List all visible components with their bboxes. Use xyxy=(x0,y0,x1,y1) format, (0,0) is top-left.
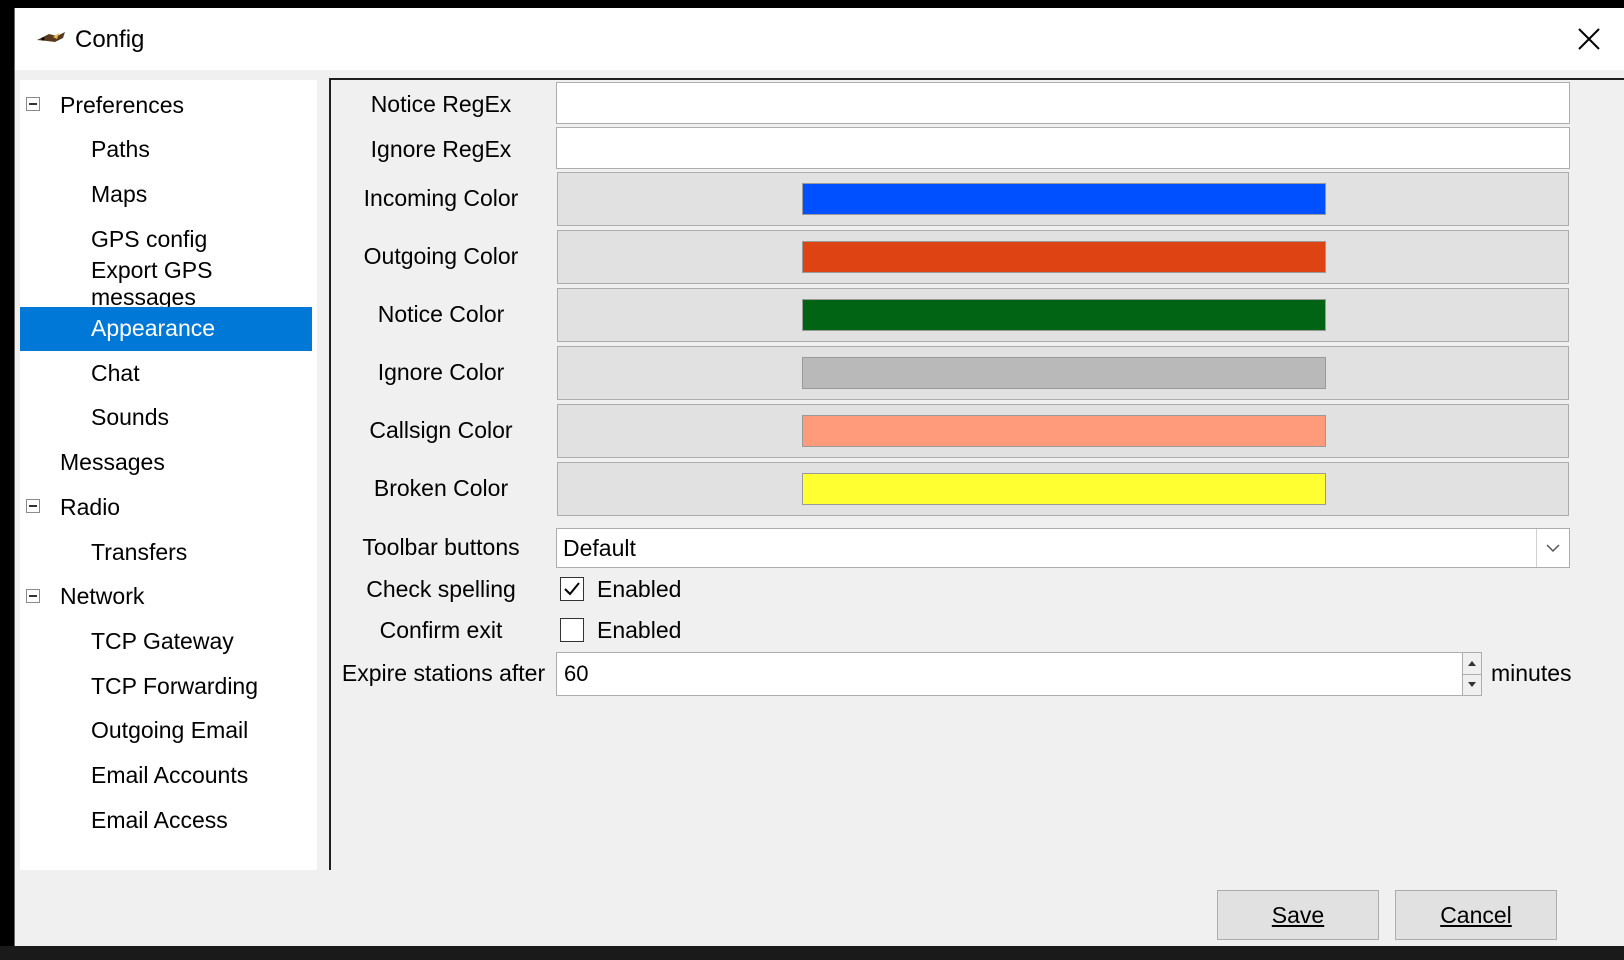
outgoing-color-picker[interactable] xyxy=(557,230,1569,284)
expire-stations-spinner xyxy=(1462,652,1482,696)
notice-regex-label: Notice RegEx xyxy=(370,91,512,117)
close-button[interactable] xyxy=(1566,16,1612,62)
ignore-color-swatch xyxy=(802,357,1326,389)
config-window: Config Preferences Paths Maps GPS config Exp… xyxy=(14,8,1624,946)
tree-item-messages[interactable]: Messages xyxy=(20,441,312,485)
expire-stations-value: 60 xyxy=(564,661,589,686)
tree-item-chat[interactable]: Chat xyxy=(20,351,312,395)
tree-item-email-accounts[interactable]: Email Accounts xyxy=(20,754,312,798)
expire-stations-unit: minutes xyxy=(1491,660,1572,686)
confirm-exit-option: Enabled xyxy=(597,617,682,643)
tree-item-label: Transfers xyxy=(91,538,188,565)
tree-item-label: Chat xyxy=(91,359,140,386)
confirm-exit-label: Confirm exit xyxy=(379,617,503,643)
background-window-strip xyxy=(0,946,1624,960)
tree-item-radio[interactable]: Radio xyxy=(20,485,312,529)
tree-item-maps[interactable]: Maps xyxy=(20,172,312,216)
tree-item-transfers[interactable]: Transfers xyxy=(20,530,312,574)
ignore-regex-input[interactable] xyxy=(556,127,1570,169)
tree-item-label: Preferences xyxy=(60,91,185,118)
toolbar-buttons-label: Toolbar buttons xyxy=(362,534,520,560)
appearance-panel: Notice RegEx Ignore RegEx Incoming Color… xyxy=(329,78,1624,870)
checkmark-icon xyxy=(564,582,580,596)
tree-item-label: Export GPS messages xyxy=(91,256,213,310)
check-spelling-checkbox[interactable] xyxy=(560,577,584,601)
spin-down-icon[interactable] xyxy=(1463,674,1481,695)
ignore-color-picker[interactable] xyxy=(557,346,1569,400)
tree-item-paths[interactable]: Paths xyxy=(20,128,312,172)
confirm-exit-checkbox[interactable] xyxy=(560,618,584,642)
tree-item-label: Paths xyxy=(91,136,150,163)
title-bar: Config xyxy=(15,8,1624,70)
outgoing-color-swatch xyxy=(802,241,1326,273)
tree-item-tcp-gateway[interactable]: TCP Gateway xyxy=(20,619,312,663)
incoming-color-swatch xyxy=(802,183,1326,215)
outgoing-color-label: Outgoing Color xyxy=(363,243,519,269)
toolbar-buttons-value: Default xyxy=(563,535,636,561)
chevron-down-icon[interactable] xyxy=(1536,529,1569,567)
app-bird-icon xyxy=(35,28,69,50)
spin-up-icon[interactable] xyxy=(1463,653,1481,675)
tree-item-email-access[interactable]: Email Access xyxy=(20,798,312,842)
toolbar-buttons-select[interactable]: Default xyxy=(556,528,1570,568)
tree-item-outgoing-email[interactable]: Outgoing Email xyxy=(20,709,312,753)
tree-item-label: Network xyxy=(60,583,145,610)
tree-item-label: Appearance xyxy=(91,315,216,341)
cancel-button[interactable]: Cancel xyxy=(1395,890,1557,940)
check-spelling-option: Enabled xyxy=(597,576,682,602)
tree-item-sounds[interactable]: Sounds xyxy=(20,396,312,440)
ignore-regex-label: Ignore RegEx xyxy=(370,136,512,162)
tree-item-export-gps-messages[interactable]: Export GPS messages xyxy=(20,257,312,310)
check-spelling-label: Check spelling xyxy=(366,576,516,602)
tree-item-preferences[interactable]: Preferences xyxy=(20,83,312,127)
collapse-icon[interactable] xyxy=(26,588,40,603)
broken-color-swatch xyxy=(802,473,1326,505)
tree-item-label: Maps xyxy=(91,180,148,207)
tree-item-label: Messages xyxy=(60,449,165,476)
tree-item-gps-config[interactable]: GPS config xyxy=(20,217,312,261)
tree-item-label: TCP Forwarding xyxy=(91,672,259,699)
tree-item-label: Email Access xyxy=(91,806,228,833)
expire-stations-label: Expire stations after xyxy=(341,660,546,686)
notice-color-swatch xyxy=(802,299,1326,331)
tree-item-tcp-forwarding[interactable]: TCP Forwarding xyxy=(20,664,312,708)
save-button[interactable]: Save xyxy=(1217,890,1379,940)
broken-color-picker[interactable] xyxy=(557,462,1569,516)
notice-regex-input[interactable] xyxy=(556,82,1570,124)
tree-item-label: GPS config xyxy=(91,225,208,252)
window-title: Config xyxy=(75,26,145,53)
tree-item-label: TCP Gateway xyxy=(91,627,234,654)
collapse-icon[interactable] xyxy=(26,97,40,111)
notice-color-picker[interactable] xyxy=(557,288,1569,342)
tree-item-label: Outgoing Email xyxy=(91,717,249,744)
notice-color-label: Notice Color xyxy=(377,301,505,327)
incoming-color-label: Incoming Color xyxy=(363,185,519,211)
expire-stations-input[interactable]: 60 xyxy=(556,652,1464,696)
callsign-color-swatch xyxy=(802,415,1326,447)
tree-item-label: Email Accounts xyxy=(91,762,249,788)
tree-item-appearance[interactable]: Appearance xyxy=(20,306,312,351)
collapse-icon[interactable] xyxy=(26,499,40,514)
ignore-color-label: Ignore Color xyxy=(377,359,505,385)
close-icon xyxy=(1578,28,1600,50)
callsign-color-picker[interactable] xyxy=(557,404,1569,458)
settings-tree: Preferences Paths Maps GPS config Export GPS… xyxy=(20,80,317,870)
tree-item-label: Radio xyxy=(60,493,121,520)
broken-color-label: Broken Color xyxy=(373,475,509,501)
incoming-color-picker[interactable] xyxy=(557,172,1569,226)
tree-item-label: Sounds xyxy=(91,404,170,431)
callsign-color-label: Callsign Color xyxy=(369,417,513,443)
tree-item-network[interactable]: Network xyxy=(20,575,312,619)
